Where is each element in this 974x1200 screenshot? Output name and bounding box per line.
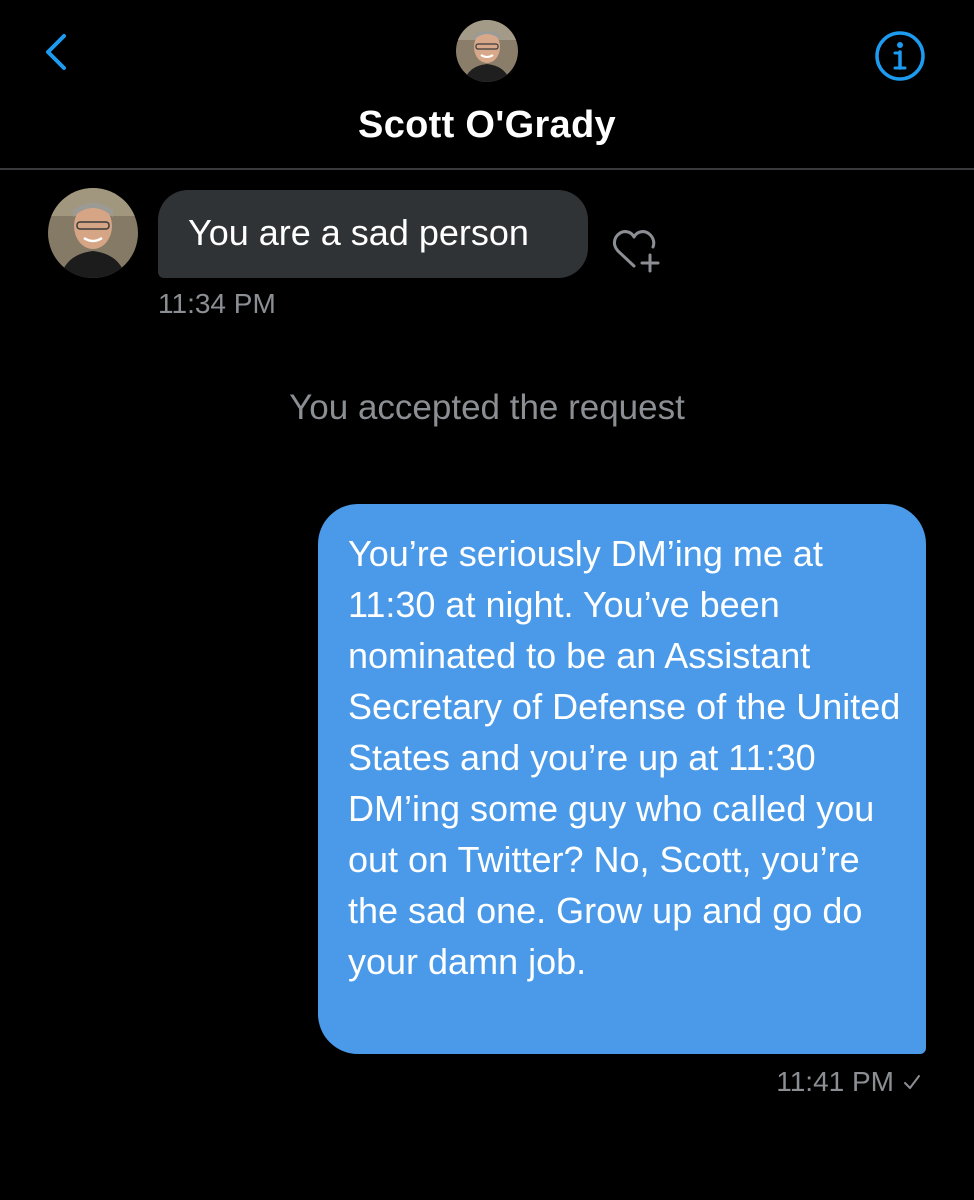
outgoing-message-bubble[interactable]: You’re seriously DM’ing me at 11:30 at n… [318,504,926,1054]
info-circle-icon [875,31,925,81]
sent-check-icon [904,1075,920,1089]
conversation-title[interactable]: Scott O'Grady [0,104,974,147]
sender-avatar[interactable] [48,188,138,278]
heart-plus-icon [612,230,660,273]
incoming-message-bubble[interactable]: You are a sad person [158,190,588,278]
back-button[interactable] [36,30,80,74]
like-message-button[interactable] [610,226,664,276]
avatar-image [456,20,518,82]
chevron-left-icon [46,34,66,70]
avatar-image [48,188,138,278]
outgoing-message-status: 11:41 PM [776,1066,922,1098]
incoming-message-timestamp: 11:34 PM [158,288,276,319]
header-avatar[interactable] [456,20,518,82]
system-message: You accepted the request [289,388,685,427]
conversation-header: Scott O'Grady [0,0,974,170]
outgoing-message-timestamp: 11:41 PM [776,1066,894,1097]
info-button[interactable] [874,30,926,82]
